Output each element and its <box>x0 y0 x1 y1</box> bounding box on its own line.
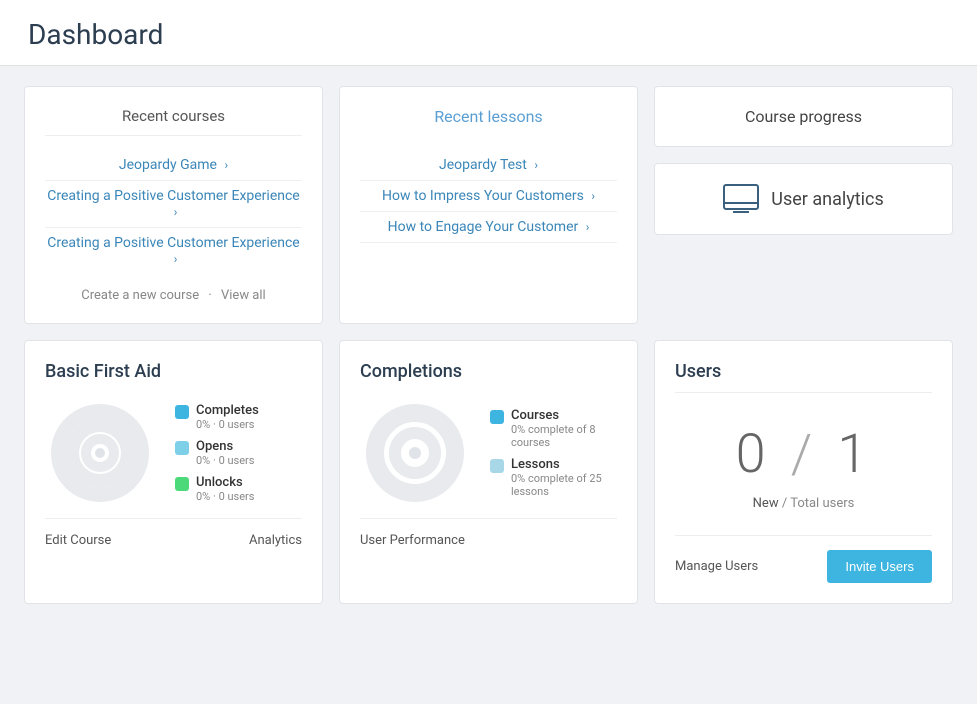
courses-color <box>490 410 504 424</box>
lessons-label: Lessons <box>511 457 617 472</box>
invite-users-button[interactable]: Invite Users <box>827 550 932 583</box>
manage-users-link[interactable]: Manage Users <box>675 559 758 574</box>
users-new-count: 0 <box>736 423 770 486</box>
chart-legend: Completes 0% · 0 users Opens 0% · 0 user… <box>175 403 259 503</box>
analytics-icon <box>723 184 759 214</box>
basic-first-aid-actions: Edit Course Analytics <box>45 518 302 548</box>
completes-color <box>175 405 189 419</box>
completes-sub: 0% · 0 users <box>196 418 259 431</box>
completions-actions: User Performance <box>360 518 617 548</box>
chevron-icon: › <box>174 205 178 219</box>
lessons-color <box>490 459 504 473</box>
chevron-icon: › <box>224 158 228 172</box>
legend-courses: Courses 0% complete of 8 courses <box>490 408 617 449</box>
recent-courses-footer: Create a new course · View all <box>45 288 302 303</box>
completions-card: Completions Courses 0% complete of 8 cou… <box>339 340 638 604</box>
analytics-link[interactable]: Analytics <box>249 533 302 548</box>
recent-courses-card: Recent courses Jeopardy Game › Creating … <box>24 86 323 324</box>
users-card: Users 0 / 1 New / Total users Manage Use… <box>654 340 953 604</box>
recent-lessons-title: Recent lessons <box>360 107 617 136</box>
basic-first-aid-card: Basic First Aid Completes 0% · 0 users <box>24 340 323 604</box>
main-content: Recent courses Jeopardy Game › Creating … <box>0 66 977 624</box>
course-progress-title: Course progress <box>745 107 862 126</box>
users-count: 0 / 1 <box>675 393 932 496</box>
chevron-icon: › <box>534 158 538 172</box>
users-title: Users <box>675 361 932 393</box>
basic-first-aid-title: Basic First Aid <box>45 361 302 382</box>
recent-course-item-2[interactable]: Creating a Positive Customer Experience … <box>45 228 302 274</box>
unlocks-color <box>175 477 189 491</box>
opens-sub: 0% · 0 users <box>196 454 254 467</box>
chevron-icon: › <box>586 220 590 234</box>
unlocks-sub: 0% · 0 users <box>196 490 254 503</box>
legend-lessons: Lessons 0% complete of 25 lessons <box>490 457 617 498</box>
page-header: Dashboard <box>0 0 977 66</box>
opens-color <box>175 441 189 455</box>
courses-sub: 0% complete of 8 courses <box>511 423 617 449</box>
courses-label: Courses <box>511 408 617 423</box>
separator: · <box>208 288 211 303</box>
basic-first-aid-chart: Completes 0% · 0 users Opens 0% · 0 user… <box>45 398 302 508</box>
course-progress-card[interactable]: Course progress <box>654 86 953 147</box>
user-performance-link[interactable]: User Performance <box>360 533 465 548</box>
top-row: Recent courses Jeopardy Game › Creating … <box>24 86 953 324</box>
completions-chart: Courses 0% complete of 8 courses Lessons… <box>360 398 617 508</box>
count-slash: / <box>791 423 816 486</box>
users-label-sep: / <box>782 496 787 511</box>
completions-donut-chart <box>360 398 470 508</box>
recent-lessons-card: Recent lessons Jeopardy Test › How to Im… <box>339 86 638 324</box>
recent-course-item-1[interactable]: Creating a Positive Customer Experience … <box>45 181 302 228</box>
edit-course-link[interactable]: Edit Course <box>45 533 111 548</box>
legend-completes: Completes 0% · 0 users <box>175 403 259 431</box>
lessons-sub: 0% complete of 25 lessons <box>511 472 617 498</box>
create-course-link[interactable]: Create a new course <box>81 288 199 303</box>
completions-title: Completions <box>360 361 617 382</box>
users-footer: Manage Users Invite Users <box>675 535 932 583</box>
users-label: New / Total users <box>675 496 932 511</box>
users-new-label: New <box>753 496 779 511</box>
completions-legend: Courses 0% complete of 8 courses Lessons… <box>490 408 617 498</box>
recent-course-item-0[interactable]: Jeopardy Game › <box>45 150 302 181</box>
recent-lesson-item-1[interactable]: How to Impress Your Customers › <box>360 181 617 212</box>
recent-lesson-item-0[interactable]: Jeopardy Test › <box>360 150 617 181</box>
completes-label: Completes <box>196 403 259 418</box>
chevron-icon: › <box>591 189 595 203</box>
legend-unlocks: Unlocks 0% · 0 users <box>175 475 259 503</box>
recent-courses-title: Recent courses <box>45 107 302 136</box>
opens-label: Opens <box>196 439 254 454</box>
users-total-count: 1 <box>837 423 871 486</box>
page-title: Dashboard <box>28 18 949 51</box>
donut-chart <box>45 398 155 508</box>
user-analytics-card[interactable]: User analytics <box>654 163 953 235</box>
unlocks-label: Unlocks <box>196 475 254 490</box>
user-analytics-label: User analytics <box>771 189 883 210</box>
users-total-label: Total users <box>790 496 854 511</box>
chevron-icon: › <box>174 252 178 266</box>
legend-opens: Opens 0% · 0 users <box>175 439 259 467</box>
view-all-link[interactable]: View all <box>221 288 266 303</box>
recent-lesson-item-2[interactable]: How to Engage Your Customer › <box>360 212 617 243</box>
right-column: Course progress User analytics <box>654 86 953 324</box>
bottom-row: Basic First Aid Completes 0% · 0 users <box>24 340 953 604</box>
